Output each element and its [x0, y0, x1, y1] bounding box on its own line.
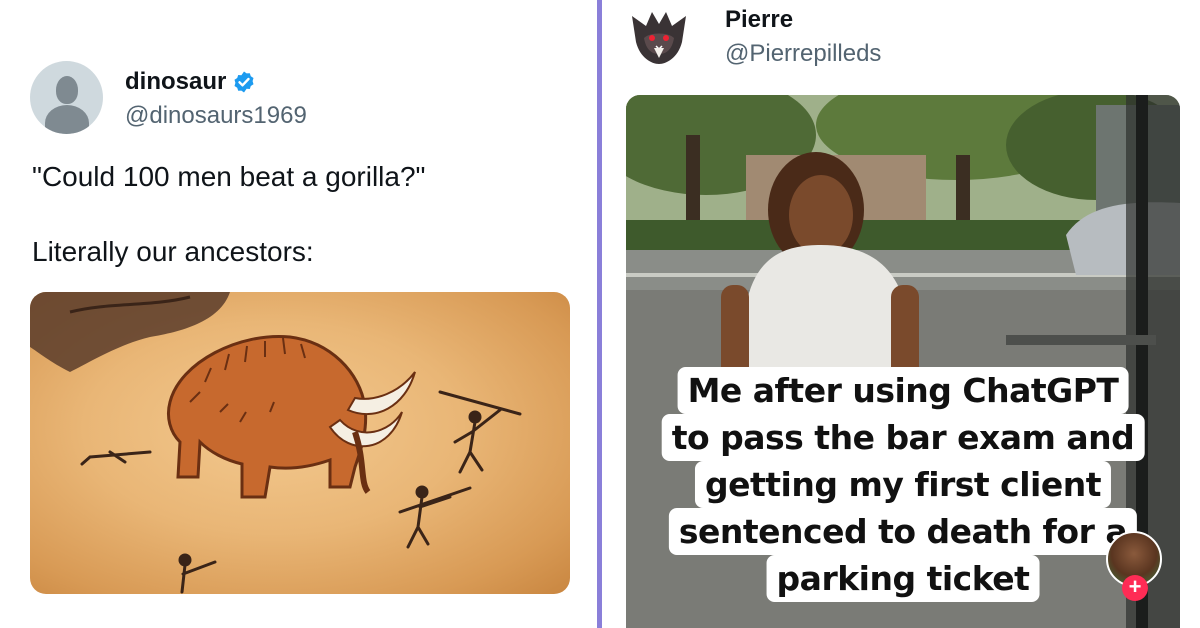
display-name[interactable]: dinosaur: [125, 68, 256, 96]
caption-line: sentenced to death for a: [668, 508, 1138, 555]
caption-line: to pass the bar exam and: [661, 414, 1145, 461]
caption-line: Me after using ChatGPT: [677, 367, 1129, 414]
tweet-text-line: "Could 100 men beat a gorilla?": [32, 161, 426, 192]
caption-line: getting my first client: [694, 461, 1112, 508]
display-name[interactable]: Pierre: [725, 6, 793, 34]
cave-painting-image[interactable]: [30, 292, 570, 594]
verified-badge-icon: [234, 71, 254, 93]
handle[interactable]: @dinosaurs1969: [125, 102, 307, 130]
mammoth-hunt-illustration: [30, 292, 522, 594]
display-name-text[interactable]: dinosaur: [125, 68, 226, 96]
tweet-text-line: Literally our ancestors:: [32, 236, 314, 267]
follow-plus-button[interactable]: +: [1122, 575, 1148, 601]
creature-avatar-icon[interactable]: [626, 2, 692, 68]
default-avatar-icon[interactable]: [30, 61, 103, 134]
handle[interactable]: @Pierrepilleds: [725, 40, 881, 68]
caption-line: parking ticket: [766, 555, 1040, 602]
left-tweet: dinosaur @dinosaurs1969 "Could 100 men b…: [0, 0, 598, 628]
right-tweet: Pierre @Pierrepilleds Me after using Cha…: [602, 0, 1200, 628]
video-thumbnail[interactable]: Me after using ChatGPT to pass the bar e…: [626, 95, 1180, 628]
